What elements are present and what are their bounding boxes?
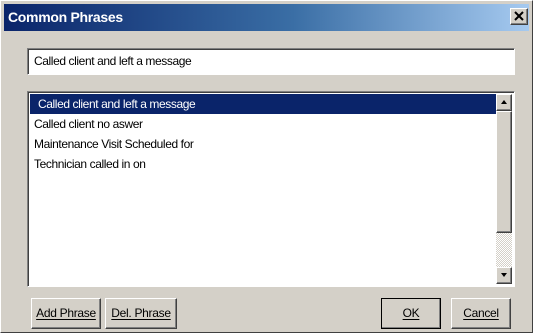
common-phrases-dialog: Common Phrases Called client and left a … bbox=[0, 0, 533, 333]
list-item[interactable]: Called client and left a message bbox=[30, 94, 496, 114]
close-icon bbox=[514, 11, 524, 21]
ok-button[interactable]: OK bbox=[381, 298, 441, 329]
title-bar[interactable]: Common Phrases bbox=[4, 4, 529, 31]
del-phrase-label: Del. Phrase bbox=[111, 306, 171, 320]
scroll-thumb[interactable] bbox=[496, 111, 512, 233]
phrase-listbox[interactable]: Called client and left a message Called … bbox=[27, 91, 515, 287]
phrase-list: Called client and left a message Called … bbox=[30, 94, 496, 174]
del-phrase-button[interactable]: Del. Phrase bbox=[105, 298, 177, 329]
window-title: Common Phrases bbox=[8, 9, 123, 25]
add-phrase-button[interactable]: Add Phrase bbox=[31, 298, 101, 329]
arrow-up-icon bbox=[501, 100, 507, 104]
scroll-down-button[interactable] bbox=[496, 267, 512, 284]
cancel-button[interactable]: Cancel bbox=[451, 298, 511, 329]
ok-label: OK bbox=[402, 306, 420, 320]
add-phrase-label: Add Phrase bbox=[36, 306, 96, 320]
list-item[interactable]: Maintenance Visit Scheduled for bbox=[30, 134, 496, 154]
scroll-up-button[interactable] bbox=[496, 94, 512, 111]
list-item[interactable]: Called client no aswer bbox=[30, 114, 496, 134]
list-item[interactable]: Technician called in on bbox=[30, 154, 496, 174]
close-button[interactable] bbox=[510, 8, 528, 25]
phrase-input[interactable]: Called client and left a message bbox=[27, 48, 515, 75]
vertical-scrollbar[interactable] bbox=[496, 94, 512, 284]
arrow-down-icon bbox=[501, 273, 507, 277]
cancel-label: Cancel bbox=[463, 306, 499, 320]
